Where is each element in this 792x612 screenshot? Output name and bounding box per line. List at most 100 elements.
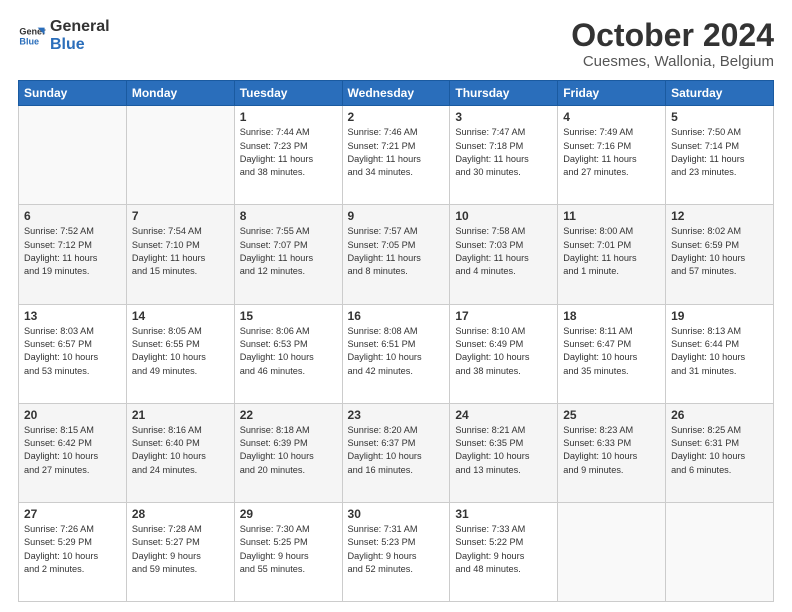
day-detail: Sunrise: 8:13 AM Sunset: 6:44 PM Dayligh… — [671, 325, 768, 378]
calendar-cell: 20 Sunrise: 8:15 AM Sunset: 6:42 PM Dayli… — [19, 403, 127, 502]
calendar-week-row: 13 Sunrise: 8:03 AM Sunset: 6:57 PM Dayli… — [19, 304, 774, 403]
day-detail: Sunrise: 8:16 AM Sunset: 6:40 PM Dayligh… — [132, 424, 229, 477]
day-number: 16 — [348, 309, 445, 323]
day-number: 30 — [348, 507, 445, 521]
day-number: 8 — [240, 209, 337, 223]
calendar-table: SundayMondayTuesdayWednesdayThursdayFrid… — [18, 80, 774, 602]
day-number: 27 — [24, 507, 121, 521]
day-number: 11 — [563, 209, 660, 223]
month-title: October 2024 — [571, 18, 774, 53]
logo: General Blue General Blue — [18, 18, 110, 53]
day-number: 1 — [240, 110, 337, 124]
day-detail: Sunrise: 7:54 AM Sunset: 7:10 PM Dayligh… — [132, 225, 229, 278]
calendar-cell — [666, 502, 774, 601]
day-number: 10 — [455, 209, 552, 223]
calendar-cell: 22Sunrise: 8:18 AM Sunset: 6:39 PM Dayli… — [234, 403, 342, 502]
day-number: 13 — [24, 309, 121, 323]
calendar-cell: 26 Sunrise: 8:25 AM Sunset: 6:31 PM Dayli… — [666, 403, 774, 502]
calendar-header-row: SundayMondayTuesdayWednesdayThursdayFrid… — [19, 81, 774, 106]
calendar-cell: 28 Sunrise: 7:28 AM Sunset: 5:27 PM Dayli… — [126, 502, 234, 601]
calendar-cell: 25Sunrise: 8:23 AM Sunset: 6:33 PM Dayli… — [558, 403, 666, 502]
calendar-header-thursday: Thursday — [450, 81, 558, 106]
day-number: 21 — [132, 408, 229, 422]
day-detail: Sunrise: 7:49 AM Sunset: 7:16 PM Dayligh… — [563, 126, 660, 179]
day-detail: Sunrise: 7:31 AM Sunset: 5:23 PM Dayligh… — [348, 523, 445, 576]
calendar-cell: 21 Sunrise: 8:16 AM Sunset: 6:40 PM Dayli… — [126, 403, 234, 502]
day-number: 7 — [132, 209, 229, 223]
day-detail: Sunrise: 7:52 AM Sunset: 7:12 PM Dayligh… — [24, 225, 121, 278]
header: General Blue General Blue October 2024 C… — [18, 18, 774, 70]
day-number: 26 — [671, 408, 768, 422]
calendar-cell: 4 Sunrise: 7:49 AM Sunset: 7:16 PM Daylig… — [558, 106, 666, 205]
calendar-cell: 3 Sunrise: 7:47 AM Sunset: 7:18 PM Daylig… — [450, 106, 558, 205]
calendar-week-row: 20 Sunrise: 8:15 AM Sunset: 6:42 PM Dayli… — [19, 403, 774, 502]
calendar-cell — [558, 502, 666, 601]
calendar-header-sunday: Sunday — [19, 81, 127, 106]
calendar-cell — [19, 106, 127, 205]
calendar-cell: 31 Sunrise: 7:33 AM Sunset: 5:22 PM Dayli… — [450, 502, 558, 601]
day-detail: Sunrise: 7:57 AM Sunset: 7:05 PM Dayligh… — [348, 225, 445, 278]
calendar-cell: 13 Sunrise: 8:03 AM Sunset: 6:57 PM Dayli… — [19, 304, 127, 403]
calendar-cell: 5Sunrise: 7:50 AM Sunset: 7:14 PM Daylig… — [666, 106, 774, 205]
day-detail: Sunrise: 8:10 AM Sunset: 6:49 PM Dayligh… — [455, 325, 552, 378]
calendar-week-row: 27 Sunrise: 7:26 AM Sunset: 5:29 PM Dayli… — [19, 502, 774, 601]
day-number: 23 — [348, 408, 445, 422]
calendar-cell: 9 Sunrise: 7:57 AM Sunset: 7:05 PM Daylig… — [342, 205, 450, 304]
calendar-cell: 12Sunrise: 8:02 AM Sunset: 6:59 PM Dayli… — [666, 205, 774, 304]
day-detail: Sunrise: 7:44 AM Sunset: 7:23 PM Dayligh… — [240, 126, 337, 179]
day-detail: Sunrise: 7:33 AM Sunset: 5:22 PM Dayligh… — [455, 523, 552, 576]
day-detail: Sunrise: 8:08 AM Sunset: 6:51 PM Dayligh… — [348, 325, 445, 378]
svg-text:Blue: Blue — [19, 36, 39, 46]
calendar-cell: 6Sunrise: 7:52 AM Sunset: 7:12 PM Daylig… — [19, 205, 127, 304]
day-number: 28 — [132, 507, 229, 521]
calendar-cell: 1 Sunrise: 7:44 AM Sunset: 7:23 PM Daylig… — [234, 106, 342, 205]
calendar-header-saturday: Saturday — [666, 81, 774, 106]
day-number: 14 — [132, 309, 229, 323]
day-detail: Sunrise: 8:21 AM Sunset: 6:35 PM Dayligh… — [455, 424, 552, 477]
day-number: 3 — [455, 110, 552, 124]
day-number: 24 — [455, 408, 552, 422]
day-detail: Sunrise: 8:23 AM Sunset: 6:33 PM Dayligh… — [563, 424, 660, 477]
day-number: 9 — [348, 209, 445, 223]
day-detail: Sunrise: 7:47 AM Sunset: 7:18 PM Dayligh… — [455, 126, 552, 179]
calendar-cell: 15 Sunrise: 8:06 AM Sunset: 6:53 PM Dayli… — [234, 304, 342, 403]
day-number: 15 — [240, 309, 337, 323]
day-number: 4 — [563, 110, 660, 124]
day-detail: Sunrise: 7:28 AM Sunset: 5:27 PM Dayligh… — [132, 523, 229, 576]
calendar-header-tuesday: Tuesday — [234, 81, 342, 106]
day-detail: Sunrise: 8:25 AM Sunset: 6:31 PM Dayligh… — [671, 424, 768, 477]
day-detail: Sunrise: 7:55 AM Sunset: 7:07 PM Dayligh… — [240, 225, 337, 278]
calendar-cell: 29Sunrise: 7:30 AM Sunset: 5:25 PM Dayli… — [234, 502, 342, 601]
logo-blue: Blue — [50, 36, 110, 54]
day-detail: Sunrise: 8:06 AM Sunset: 6:53 PM Dayligh… — [240, 325, 337, 378]
calendar-cell: 2 Sunrise: 7:46 AM Sunset: 7:21 PM Daylig… — [342, 106, 450, 205]
day-detail: Sunrise: 8:18 AM Sunset: 6:39 PM Dayligh… — [240, 424, 337, 477]
day-number: 5 — [671, 110, 768, 124]
day-detail: Sunrise: 7:26 AM Sunset: 5:29 PM Dayligh… — [24, 523, 121, 576]
calendar-cell: 16 Sunrise: 8:08 AM Sunset: 6:51 PM Dayli… — [342, 304, 450, 403]
calendar-week-row: 1 Sunrise: 7:44 AM Sunset: 7:23 PM Daylig… — [19, 106, 774, 205]
day-detail: Sunrise: 8:00 AM Sunset: 7:01 PM Dayligh… — [563, 225, 660, 278]
page: General Blue General Blue October 2024 C… — [0, 0, 792, 612]
calendar-cell: 23 Sunrise: 8:20 AM Sunset: 6:37 PM Dayli… — [342, 403, 450, 502]
day-number: 17 — [455, 309, 552, 323]
calendar-cell: 8 Sunrise: 7:55 AM Sunset: 7:07 PM Daylig… — [234, 205, 342, 304]
day-number: 31 — [455, 507, 552, 521]
logo-icon: General Blue — [18, 22, 46, 50]
day-detail: Sunrise: 7:46 AM Sunset: 7:21 PM Dayligh… — [348, 126, 445, 179]
day-detail: Sunrise: 8:03 AM Sunset: 6:57 PM Dayligh… — [24, 325, 121, 378]
calendar-cell: 10Sunrise: 7:58 AM Sunset: 7:03 PM Dayli… — [450, 205, 558, 304]
calendar-header-monday: Monday — [126, 81, 234, 106]
calendar-cell: 27 Sunrise: 7:26 AM Sunset: 5:29 PM Dayli… — [19, 502, 127, 601]
day-detail: Sunrise: 8:15 AM Sunset: 6:42 PM Dayligh… — [24, 424, 121, 477]
calendar-cell: 30 Sunrise: 7:31 AM Sunset: 5:23 PM Dayli… — [342, 502, 450, 601]
day-number: 2 — [348, 110, 445, 124]
day-number: 20 — [24, 408, 121, 422]
calendar-cell: 7 Sunrise: 7:54 AM Sunset: 7:10 PM Daylig… — [126, 205, 234, 304]
day-number: 18 — [563, 309, 660, 323]
calendar-cell: 14Sunrise: 8:05 AM Sunset: 6:55 PM Dayli… — [126, 304, 234, 403]
day-detail: Sunrise: 8:11 AM Sunset: 6:47 PM Dayligh… — [563, 325, 660, 378]
title-block: October 2024 Cuesmes, Wallonia, Belgium — [571, 18, 774, 70]
calendar-header-wednesday: Wednesday — [342, 81, 450, 106]
day-detail: Sunrise: 8:20 AM Sunset: 6:37 PM Dayligh… — [348, 424, 445, 477]
